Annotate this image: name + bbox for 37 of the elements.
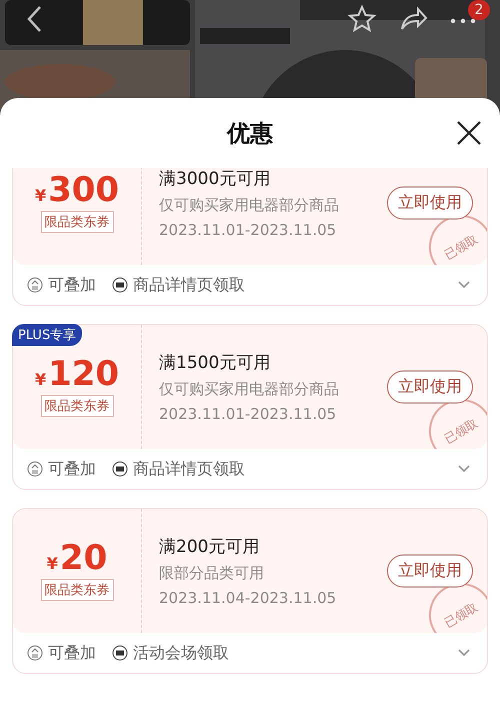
stack-icon: [27, 277, 43, 293]
star-icon: [347, 4, 377, 34]
coupon-condition: 满1500元可用: [159, 352, 270, 374]
chevron-down-icon: [457, 464, 471, 474]
coupon-feature: 可叠加: [48, 274, 96, 296]
coupon-validity: 2023.11.04-2023.11.05: [159, 589, 336, 607]
coupon-tag: 限品类东券: [40, 211, 114, 233]
coupon-amount: ¥120: [34, 357, 120, 391]
coupon-scope: 仅可购买家用电器部分商品: [159, 196, 339, 215]
stack-icon: [27, 461, 43, 477]
coupon-scope: 限部分品类可用: [159, 564, 264, 583]
use-now-button[interactable]: 立即使用: [387, 554, 473, 588]
coupon-amount: ¥20: [46, 541, 108, 575]
coupon-condition: 满3000元可用: [159, 168, 270, 190]
coupon-feature: 可叠加: [48, 642, 96, 664]
ticket-icon: [112, 277, 128, 293]
coupon-amount: ¥300: [34, 173, 120, 207]
sheet-title: 优惠: [227, 120, 273, 148]
chevron-down-icon: [457, 648, 471, 658]
stack-icon: [27, 645, 43, 661]
coupon-tag: 限品类东券: [40, 395, 114, 417]
chevron-down-icon: [457, 280, 471, 290]
use-now-button[interactable]: 立即使用: [387, 370, 473, 404]
coupon-tag: 限品类东券: [40, 579, 114, 601]
ticket-icon: [112, 645, 128, 661]
plus-badge: PLUS专享: [12, 324, 82, 346]
coupon-feature: 商品详情页领取: [133, 458, 245, 480]
coupon-validity: 2023.11.01-2023.11.05: [159, 221, 336, 239]
use-now-button[interactable]: 立即使用: [387, 186, 473, 220]
coupon-feature: 可叠加: [48, 458, 96, 480]
ticket-icon: [112, 461, 128, 477]
more-icon: [450, 18, 476, 24]
coupon-feature: 活动会场领取: [133, 642, 229, 664]
coupon-feature: 商品详情页领取: [133, 274, 245, 296]
coupon-condition: 满200元可用: [159, 536, 260, 558]
coupon-scope: 仅可购买家用电器部分商品: [159, 380, 339, 399]
coupon-validity: 2023.11.01-2023.11.05: [159, 405, 336, 423]
